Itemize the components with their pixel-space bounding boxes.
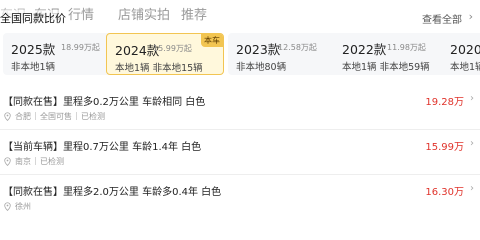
model-year-label: 2022款	[342, 42, 387, 57]
chevron-right-icon: ›	[470, 138, 474, 149]
meta-separator	[35, 157, 36, 165]
chevron-right-icon: ›	[470, 183, 474, 194]
listing-title: 【当前车辆】里程0.7万公里 车龄1.4年 白色	[3, 142, 202, 153]
listing-location: 合肥	[15, 111, 31, 121]
listing-tag: 已检测	[40, 156, 64, 166]
listing-title: 【同款在售】里程多2.0万公里 车龄多0.4年 白色	[3, 187, 222, 198]
meta-separator	[76, 112, 77, 120]
row-divider	[0, 129, 480, 130]
listing-tag: 已检测	[81, 111, 105, 121]
model-start-price: 15.99万起	[153, 44, 192, 53]
location-pin-icon	[4, 156, 11, 166]
model-count: 非本地1辆	[11, 62, 56, 73]
tab-photos[interactable]: 实拍	[144, 4, 170, 23]
listing-tag: 全国可售	[40, 111, 72, 121]
model-card-2025[interactable]: 2025款 18.99万起 非本地1辆	[3, 33, 121, 75]
listing-price: 15.99万	[425, 142, 464, 153]
model-count: 非本地80辆	[236, 62, 287, 73]
model-card-2020[interactable]: 2020款 本地1辆 非本地	[444, 33, 480, 75]
listing-meta: 徐州	[3, 200, 31, 212]
chevron-right-icon: ›	[470, 93, 474, 104]
listing-location: 徐州	[15, 201, 31, 211]
listing-row[interactable]: 【当前车辆】里程0.7万公里 车龄1.4年 白色 15.99万 › 南京 已检测	[0, 138, 480, 186]
listing-price: 16.30万	[425, 187, 464, 198]
location-pin-icon	[4, 201, 11, 211]
listing-title: 【同款在售】里程多0.2万公里 车龄相同 白色	[3, 97, 206, 108]
model-card-2022[interactable]: 2022款 11.98万起 本地1辆 非本地59辆	[334, 33, 452, 75]
top-bar: 车况 车况 行情 店铺 实拍 推荐 全国同款比价 查看全部 ›	[0, 0, 480, 30]
model-card-2024[interactable]: 2024款 15.99万起 本地1辆 非本地15辆 本车	[106, 33, 224, 75]
model-year-label: 2023款	[236, 42, 281, 57]
model-year-label: 2020款	[450, 42, 480, 57]
listing-row[interactable]: 【同款在售】里程多0.2万公里 车龄相同 白色 19.28万 › 合肥 全国可售…	[0, 93, 480, 141]
meta-separator	[35, 112, 36, 120]
model-year-cards: 2025款 18.99万起 非本地1辆 2024款 15.99万起 本地1辆 非…	[0, 33, 480, 75]
tab-market[interactable]: 行情	[68, 4, 94, 23]
current-car-badge: 本车	[201, 34, 223, 47]
view-all-link[interactable]: 查看全部	[422, 11, 462, 26]
model-count: 本地1辆 非本地	[450, 62, 480, 73]
model-year-label: 2025款	[11, 42, 56, 57]
location-pin-icon	[4, 111, 11, 121]
tab-recommend[interactable]: 推荐	[181, 4, 207, 23]
model-start-price: 12.58万起	[278, 43, 317, 52]
listing-row[interactable]: 【同款在售】里程多2.0万公里 车龄多0.4年 白色 16.30万 › 徐州	[0, 183, 480, 231]
chevron-right-icon: ›	[468, 10, 473, 23]
listing-meta: 合肥 全国可售 已检测	[3, 110, 105, 122]
model-start-price: 18.99万起	[61, 43, 100, 52]
section-title: 全国同款比价	[0, 10, 68, 26]
listing-meta: 南京 已检测	[3, 155, 64, 167]
model-count: 本地1辆 非本地59辆	[342, 62, 430, 73]
tab-shop[interactable]: 店铺	[118, 4, 144, 23]
model-card-2023[interactable]: 2023款 12.58万起 非本地80辆	[228, 33, 346, 75]
model-count: 本地1辆 非本地15辆	[115, 63, 203, 74]
row-divider	[0, 174, 480, 175]
model-start-price: 11.98万起	[387, 43, 426, 52]
listing-price: 19.28万	[425, 97, 464, 108]
listing-location: 南京	[15, 156, 31, 166]
